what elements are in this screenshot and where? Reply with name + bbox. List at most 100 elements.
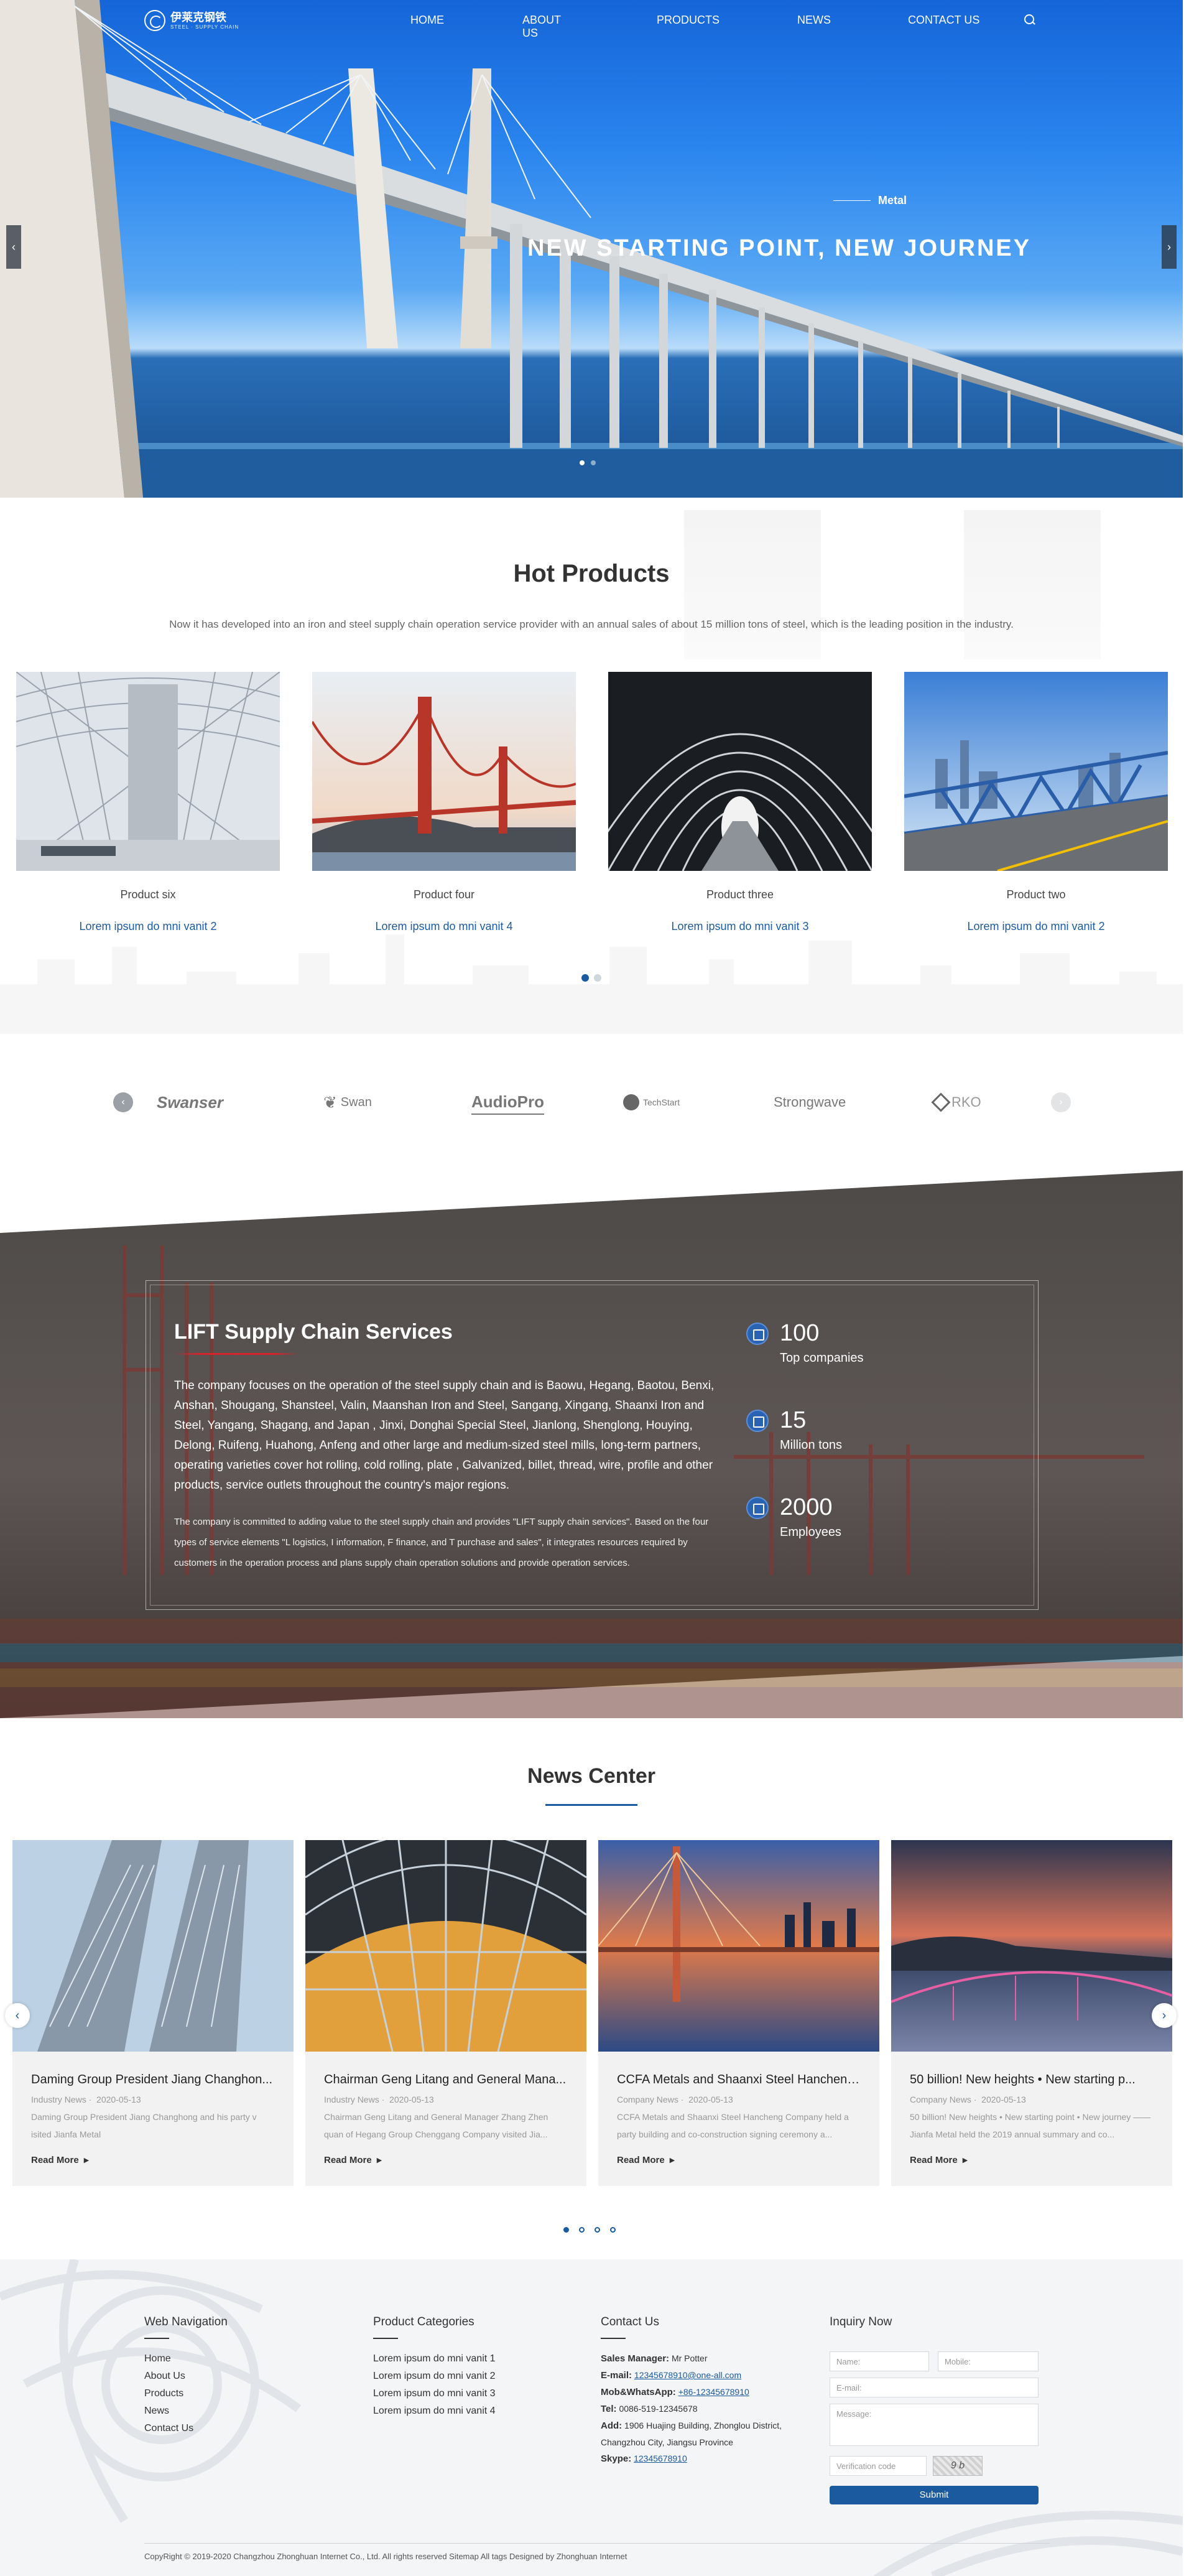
site-footer: Web Navigation Home About Us Products Ne… <box>0 2259 1183 2576</box>
news-title[interactable]: Chairman Geng Litang and General Mana... <box>324 2073 568 2087</box>
swan-icon: ❦ <box>323 1092 337 1112</box>
nav-news[interactable]: NEWS <box>797 14 831 27</box>
nav-contact-us[interactable]: CONTACT US <box>908 14 979 27</box>
inquiry-submit-button[interactable]: Submit <box>830 2486 1039 2504</box>
product-image[interactable] <box>16 672 280 871</box>
news-image[interactable] <box>305 1840 586 2052</box>
footer-link-about-us[interactable]: About Us <box>144 2368 228 2385</box>
inquiry-mobile-input[interactable]: Mobile: <box>938 2351 1039 2371</box>
stat-tons: 15 Million tons <box>746 1407 970 1457</box>
news-excerpt: Daming Group President Jiang Changhong a… <box>31 2112 257 2139</box>
brands-next-arrow-icon[interactable]: › <box>1051 1092 1071 1112</box>
news-dot[interactable] <box>563 2227 569 2233</box>
news-category: Industry News <box>324 2095 379 2104</box>
news-card[interactable]: CCFA Metals and Shaanxi Steel Hancheng..… <box>598 1840 879 2186</box>
top-nav-bar: 伊莱克钢铁 STEEL · SUPPLY CHAIN HOME ABOUT US… <box>0 0 1183 44</box>
product-link[interactable]: Lorem ipsum do mni vanit 2 <box>904 920 1168 933</box>
news-dot[interactable] <box>579 2227 585 2233</box>
news-card[interactable]: Daming Group President Jiang Changhon...… <box>12 1840 294 2186</box>
news-title[interactable]: Daming Group President Jiang Changhon... <box>31 2073 275 2087</box>
footer-category-link[interactable]: Lorem ipsum do mni vanit 4 <box>373 2402 496 2420</box>
product-link[interactable]: Lorem ipsum do mni vanit 2 <box>16 920 280 933</box>
brand-logo[interactable]: TechStart <box>623 1090 680 1115</box>
hero-dot[interactable] <box>580 460 585 465</box>
read-more-link[interactable]: Read More ▸ <box>910 2154 1154 2165</box>
news-prev-arrow-icon[interactable]: ‹ <box>5 2003 30 2028</box>
products-dot[interactable] <box>581 974 589 982</box>
news-dot[interactable] <box>610 2227 616 2233</box>
news-title[interactable]: CCFA Metals and Shaanxi Steel Hancheng..… <box>617 2073 861 2087</box>
inquiry-name-input[interactable]: Name: <box>830 2351 929 2371</box>
captcha-image[interactable]: 9 b <box>933 2456 983 2476</box>
contact-address: Add: 1906 Huajing Building, Zhonglou Dis… <box>601 2417 812 2450</box>
news-image[interactable] <box>598 1840 879 2052</box>
product-image[interactable] <box>608 672 872 871</box>
footer-link-products[interactable]: Products <box>144 2385 228 2402</box>
product-card[interactable]: Product six Lorem ipsum do mni vanit 2 <box>16 672 280 933</box>
news-image[interactable] <box>12 1840 294 2052</box>
product-link[interactable]: Lorem ipsum do mni vanit 4 <box>312 920 576 933</box>
footer-link-news[interactable]: News <box>144 2402 228 2420</box>
read-more-link[interactable]: Read More ▸ <box>31 2154 275 2165</box>
news-meta: Company News · 2020-05-13 <box>910 2095 1026 2104</box>
footer-category-link[interactable]: Lorem ipsum do mni vanit 1 <box>373 2350 496 2368</box>
footer-contact-us: Contact Us Sales Manager: Mr Potter E-ma… <box>601 2315 812 2467</box>
read-more-label: Read More <box>324 2155 372 2165</box>
product-image[interactable] <box>312 672 576 871</box>
hero-prev-arrow-icon[interactable]: ‹ <box>6 225 21 269</box>
news-pagination <box>563 2227 616 2233</box>
logo-subtitle: STEEL · SUPPLY CHAIN <box>170 24 239 30</box>
brand-logo[interactable]: ❦ Swan <box>323 1090 372 1115</box>
footer-contact-title: Contact Us <box>601 2315 659 2328</box>
services-title: LIFT Supply Chain Services <box>174 1320 453 1344</box>
copyright-text: CopyRight © 2019-2020 Changzhou Zhonghua… <box>144 2552 627 2561</box>
hero-pagination <box>580 460 596 465</box>
contact-tel: Tel: 0086-519-12345678 <box>601 2401 812 2417</box>
hero-next-arrow-icon[interactable]: › <box>1162 225 1177 269</box>
brand-logo[interactable]: Strongwave <box>774 1090 846 1115</box>
product-card[interactable]: Product two Lorem ipsum do mni vanit 2 <box>904 672 1168 933</box>
contact-label: E-mail: <box>601 2370 632 2381</box>
news-excerpt: Chairman Geng Litang and General Manager… <box>324 2112 548 2139</box>
contact-mobile-link[interactable]: +86-12345678910 <box>678 2387 749 2397</box>
product-card[interactable]: Product three Lorem ipsum do mni vanit 3 <box>608 672 872 933</box>
product-name: Product six <box>120 888 176 901</box>
product-link[interactable]: Lorem ipsum do mni vanit 3 <box>608 920 872 933</box>
hero-dot[interactable] <box>591 460 596 465</box>
read-more-link[interactable]: Read More ▸ <box>617 2154 861 2165</box>
footer-category-link[interactable]: Lorem ipsum do mni vanit 3 <box>373 2385 496 2402</box>
product-image[interactable] <box>904 672 1168 871</box>
contact-skype-link[interactable]: 12345678910 <box>634 2453 687 2463</box>
footer-link-home[interactable]: Home <box>144 2350 228 2368</box>
contact-value: Mr Potter <box>671 2353 708 2363</box>
techstart-icon <box>623 1094 639 1110</box>
news-card[interactable]: 50 billion! New heights • New starting p… <box>891 1840 1172 2186</box>
news-card[interactable]: Chairman Geng Litang and General Mana...… <box>305 1840 586 2186</box>
inquiry-verification-input[interactable]: Verification code <box>830 2456 927 2476</box>
news-title[interactable]: 50 billion! New heights • New starting p… <box>910 2073 1154 2087</box>
brand-logo[interactable]: Swanser <box>157 1090 223 1115</box>
inquiry-message-textarea[interactable]: Message: <box>830 2404 1039 2446</box>
footer-nav-title: Web Navigation <box>144 2315 228 2328</box>
product-card[interactable]: Product four Lorem ipsum do mni vanit 4 <box>312 672 576 933</box>
nav-about-us[interactable]: ABOUT US <box>522 14 561 40</box>
news-category: Industry News <box>31 2095 86 2104</box>
products-dot[interactable] <box>594 974 601 982</box>
brands-prev-arrow-icon[interactable]: ‹ <box>113 1092 133 1112</box>
brand-logo[interactable]: RKO <box>931 1090 981 1115</box>
search-icon[interactable] <box>1024 14 1036 26</box>
news-image[interactable] <box>891 1840 1172 2052</box>
product-name: Product two <box>1006 888 1066 901</box>
nav-home[interactable]: HOME <box>410 14 444 27</box>
footer-link-contact-us[interactable]: Contact Us <box>144 2420 228 2437</box>
news-next-arrow-icon[interactable]: › <box>1152 2003 1177 2028</box>
read-more-link[interactable]: Read More ▸ <box>324 2154 568 2165</box>
rko-diamond-icon <box>931 1092 951 1112</box>
footer-category-link[interactable]: Lorem ipsum do mni vanit 2 <box>373 2368 496 2385</box>
site-logo[interactable]: 伊莱克钢铁 STEEL · SUPPLY CHAIN <box>144 10 239 31</box>
inquiry-email-input[interactable]: E-mail: <box>830 2378 1039 2397</box>
news-dot[interactable] <box>595 2227 600 2233</box>
nav-products[interactable]: PRODUCTS <box>657 14 720 27</box>
contact-email-link[interactable]: 12345678910@one-all.com <box>634 2370 741 2380</box>
brand-logo[interactable]: AudioPro <box>471 1090 544 1115</box>
